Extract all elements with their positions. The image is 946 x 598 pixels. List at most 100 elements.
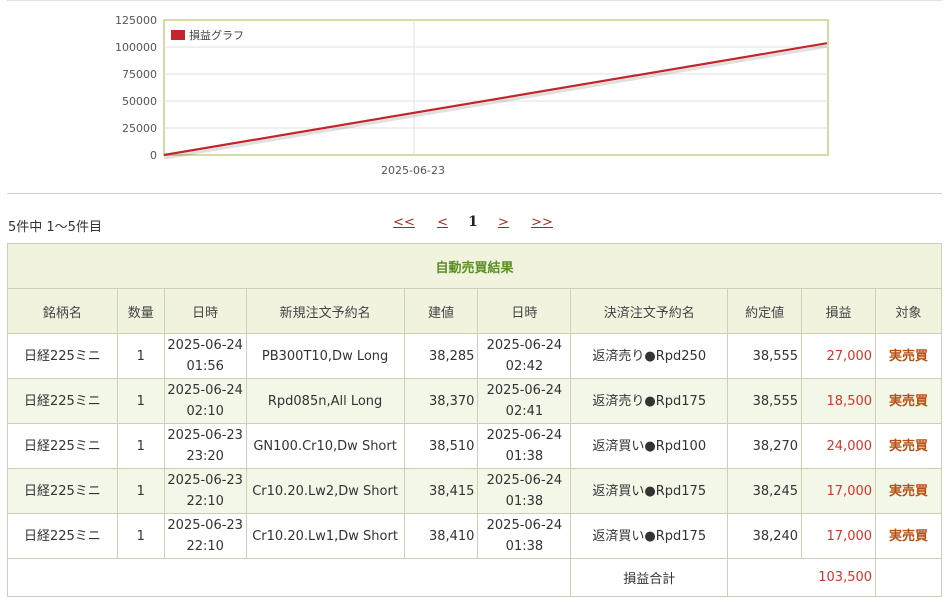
next-page-link[interactable]: >: [498, 215, 509, 230]
open-date: 2025-06-24: [167, 338, 243, 353]
cell-profit-loss: 17,000: [801, 468, 877, 514]
close-time: 01:38: [505, 449, 544, 464]
total-value: 103,500: [727, 558, 877, 597]
prev-page-link[interactable]: <: [437, 215, 448, 230]
total-spacer-end: [875, 558, 942, 597]
cell-exit-price: 38,240: [727, 513, 803, 559]
col-entry-price: 建値: [403, 288, 479, 334]
open-time: 22:10: [186, 494, 224, 509]
cell-entry-price: 38,410: [403, 513, 479, 559]
cell-exit-price: 38,270: [727, 423, 803, 469]
cell-close-datetime: 2025-06-24 01:38: [477, 513, 572, 559]
cell-profit-loss: 17,000: [801, 513, 877, 559]
table-header-row: 銘柄名 数量 日時 新規注文予約名 建値 日時 決済注文予約名 約定値 損益 対…: [7, 288, 942, 334]
cell-qty: 1: [116, 333, 165, 379]
total-row: 損益合計 103,500: [6, 558, 942, 597]
y-tick-label: 100000: [115, 41, 157, 54]
cell-exit-price: 38,555: [727, 378, 803, 424]
cell-symbol: 日経225ミニ: [7, 378, 118, 424]
cell-open-datetime: 2025-06-23 23:20: [163, 423, 247, 469]
cell-exit-price: 38,245: [727, 468, 803, 514]
open-date: 2025-06-24: [167, 383, 243, 398]
cell-close-order: 返済買い●Rpd175: [570, 468, 729, 514]
col-target: 対象: [875, 288, 942, 334]
open-time: 22:10: [186, 539, 224, 554]
cell-close-order: 返済売り●Rpd175: [570, 378, 729, 424]
y-tick-label: 75000: [122, 68, 157, 81]
cell-entry-price: 38,285: [403, 333, 479, 379]
col-close-datetime: 日時: [477, 288, 572, 334]
total-spacer: [6, 558, 572, 597]
pl-chart-svg: 125000 100000 75000 50000 25000 0 2025-06-23 損益…: [115, 14, 829, 177]
cell-qty: 1: [116, 513, 165, 559]
cell-qty: 1: [116, 378, 165, 424]
cell-close-order: 返済買い●Rpd175: [570, 513, 729, 559]
cell-profit-loss: 18,500: [801, 378, 877, 424]
col-qty: 数量: [116, 288, 165, 334]
last-page-link[interactable]: >>: [531, 215, 553, 230]
results-table: 自動売買結果 銘柄名 数量 日時 新規注文予約名 建値 日時 決済注文予約名 約…: [6, 243, 942, 597]
first-page-link[interactable]: <<: [393, 215, 415, 230]
open-time: 01:56: [186, 359, 224, 374]
close-time: 02:41: [505, 404, 544, 419]
open-time: 02:10: [186, 404, 224, 419]
x-tick-label: 2025-06-23: [381, 164, 445, 177]
cell-qty: 1: [116, 468, 165, 514]
cell-close-order: 返済買い●Rpd100: [570, 423, 729, 469]
y-tick-label: 50000: [122, 95, 157, 108]
cell-target: 実売買: [875, 378, 942, 424]
close-time: 02:42: [505, 359, 544, 374]
cell-close-datetime: 2025-06-24 01:38: [477, 468, 572, 514]
pl-chart: 125000 100000 75000 50000 25000 0 2025-06-23 損益…: [0, 0, 946, 190]
cell-close-datetime: 2025-06-24 02:42: [477, 333, 572, 379]
table-title: 自動売買結果: [7, 243, 942, 289]
cell-profit-loss: 27,000: [801, 333, 877, 379]
table-row: 日経225ミニ 1 2025-06-23 23:20 GN100.Cr10,Dw …: [7, 423, 942, 469]
cell-open-order: Cr10.20.Lw1,Dw Short: [245, 513, 405, 559]
cell-qty: 1: [116, 423, 165, 469]
cell-target: 実売買: [875, 423, 942, 469]
cell-symbol: 日経225ミニ: [7, 333, 118, 379]
table-row: 日経225ミニ 1 2025-06-24 02:10 Rpd085n,All Lo…: [7, 378, 942, 424]
col-open-order: 新規注文予約名: [245, 288, 405, 334]
cell-open-order: Rpd085n,All Long: [245, 378, 405, 424]
table-row: 日経225ミニ 1 2025-06-23 22:10 Cr10.20.Lw2,Dw…: [7, 468, 942, 514]
cell-close-datetime: 2025-06-24 01:38: [477, 423, 572, 469]
cell-symbol: 日経225ミニ: [7, 468, 118, 514]
col-open-datetime: 日時: [163, 288, 247, 334]
cell-symbol: 日経225ミニ: [7, 423, 118, 469]
table-row: 日経225ミニ 1 2025-06-24 01:56 PB300T10,Dw Lo…: [7, 333, 942, 379]
open-date: 2025-06-23: [167, 473, 243, 488]
open-time: 23:20: [186, 449, 224, 464]
close-date: 2025-06-24: [486, 518, 563, 533]
open-date: 2025-06-23: [167, 518, 243, 533]
cell-target: 実売買: [875, 468, 942, 514]
total-label: 損益合計: [570, 558, 729, 597]
pagination: << < 1 > >>: [0, 214, 946, 230]
col-close-order: 決済注文予約名: [570, 288, 729, 334]
cell-open-order: PB300T10,Dw Long: [245, 333, 405, 379]
chart-divider: [7, 193, 942, 194]
legend-swatch: [171, 30, 185, 40]
cell-close-datetime: 2025-06-24 02:41: [477, 378, 572, 424]
cell-target: 実売買: [875, 513, 942, 559]
cell-symbol: 日経225ミニ: [7, 513, 118, 559]
cell-open-order: Cr10.20.Lw2,Dw Short: [245, 468, 405, 514]
close-date: 2025-06-24: [486, 473, 563, 488]
col-profit-loss: 損益: [801, 288, 877, 334]
cell-open-datetime: 2025-06-23 22:10: [163, 513, 247, 559]
y-tick-label: 125000: [115, 14, 157, 27]
cell-exit-price: 38,555: [727, 333, 803, 379]
plot-frame: [163, 19, 829, 156]
cell-open-datetime: 2025-06-23 22:10: [163, 468, 247, 514]
open-date: 2025-06-23: [167, 428, 243, 443]
close-date: 2025-06-24: [486, 383, 563, 398]
close-time: 01:38: [505, 494, 544, 509]
close-time: 01:38: [505, 539, 544, 554]
col-symbol: 銘柄名: [7, 288, 118, 334]
cell-entry-price: 38,370: [403, 378, 479, 424]
col-exit-price: 約定値: [727, 288, 803, 334]
cell-open-datetime: 2025-06-24 01:56: [163, 333, 247, 379]
y-tick-label: 0: [150, 149, 157, 162]
legend-label: 損益グラフ: [189, 28, 244, 42]
